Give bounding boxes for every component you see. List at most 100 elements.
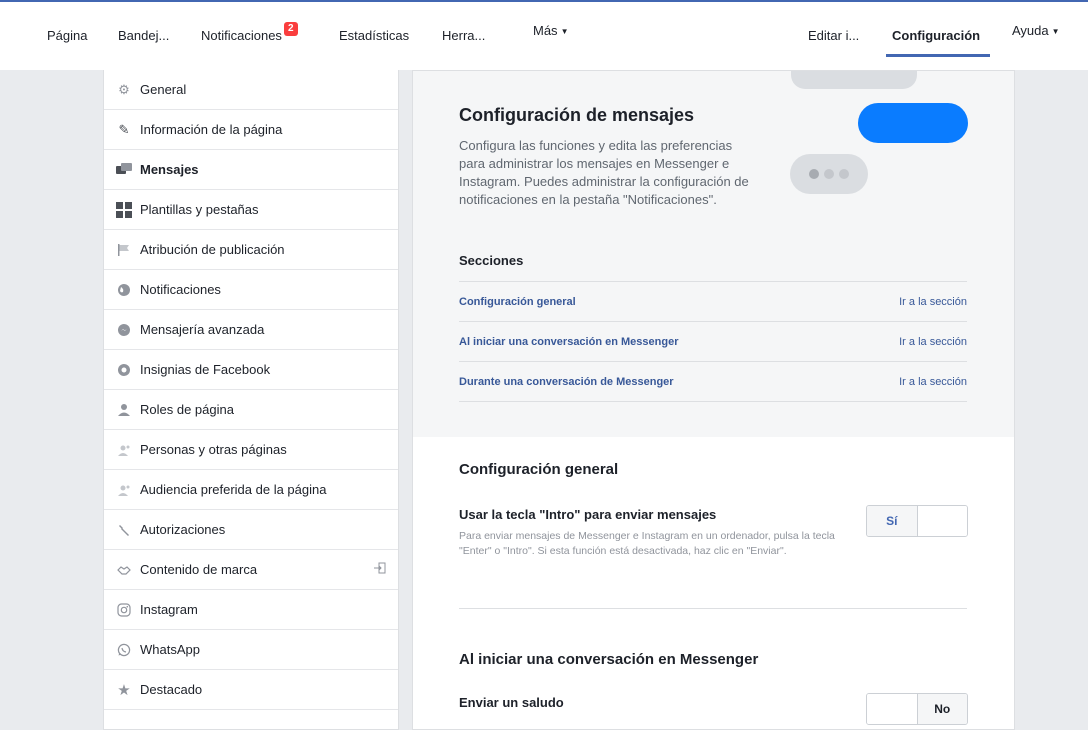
section-link[interactable]: Durante una conversación de Messenger bbox=[459, 376, 674, 388]
globe-icon bbox=[116, 282, 132, 298]
toggle-yes-option[interactable]: Sí bbox=[867, 506, 918, 536]
sidebar-item-audiencia[interactable]: Audiencia preferida de la página bbox=[104, 470, 398, 510]
typing-dot bbox=[809, 169, 819, 179]
sidebar-item-contenido-marca[interactable]: Contenido de marca bbox=[104, 550, 398, 590]
gear-icon: ⚙ bbox=[118, 81, 130, 97]
sidebar-item-mensajeria-avanzada[interactable]: Mensajería avanzada bbox=[104, 310, 398, 350]
nav-item-editar[interactable]: Editar i... bbox=[808, 24, 859, 48]
caret-down-icon: ▼ bbox=[1051, 26, 1060, 36]
sidebar-item-informacion[interactable]: ✎ Información de la página bbox=[104, 110, 398, 150]
nav-item-pagina[interactable]: Página bbox=[47, 24, 87, 48]
go-to-section-link[interactable]: Ir a la sección bbox=[899, 376, 967, 388]
section-row: Al iniciar una conversación en Messenger… bbox=[459, 322, 967, 362]
typing-dot bbox=[839, 169, 849, 179]
sidebar-item-label: Notificaciones bbox=[140, 282, 221, 297]
external-link-icon[interactable] bbox=[374, 562, 386, 577]
sidebar-item-label: WhatsApp bbox=[140, 642, 200, 657]
nav-item-mas[interactable]: Más ▼ bbox=[533, 19, 568, 44]
sidebar-item-label: Atribución de publicación bbox=[140, 242, 285, 257]
sidebar-item-insignias[interactable]: Insignias de Facebook bbox=[104, 350, 398, 390]
sidebar-item-label: Personas y otras páginas bbox=[140, 442, 287, 457]
sidebar-item-roles[interactable]: Roles de página bbox=[104, 390, 398, 430]
go-to-section-link[interactable]: Ir a la sección bbox=[899, 336, 967, 348]
section-divider bbox=[459, 608, 967, 609]
chat-icon bbox=[116, 162, 132, 178]
whatsapp-icon bbox=[116, 642, 132, 658]
messenger-start-heading: Al iniciar una conversación en Messenger bbox=[459, 651, 759, 668]
sidebar-item-label: General bbox=[140, 82, 187, 97]
nav-item-ayuda[interactable]: Ayuda ▼ bbox=[1012, 19, 1060, 44]
sidebar-item-label: Autorizaciones bbox=[140, 522, 226, 537]
nav-item-configuracion[interactable]: Configuración bbox=[892, 24, 980, 48]
page-description: Configura las funciones y edita las pref… bbox=[459, 138, 749, 207]
sidebar-item-label: Mensajería avanzada bbox=[140, 322, 265, 337]
section-row: Configuración general Ir a la sección bbox=[459, 282, 967, 322]
flag-icon bbox=[116, 242, 132, 258]
sidebar-item-label: Instagram bbox=[140, 602, 198, 617]
sidebar-item-label: Insignias de Facebook bbox=[140, 362, 271, 377]
sidebar-item-plantillas[interactable]: Plantillas y pestañas bbox=[104, 190, 398, 230]
toggle-no-option[interactable] bbox=[917, 506, 967, 536]
enter-to-send-title: Usar la tecla "Intro" para enviar mensaj… bbox=[459, 507, 717, 522]
wrench-icon bbox=[116, 522, 132, 538]
messenger-icon bbox=[116, 322, 132, 338]
sidebar-item-atribucion[interactable]: Atribución de publicación bbox=[104, 230, 398, 270]
nav-label: Ayuda bbox=[1012, 23, 1049, 38]
section-link[interactable]: Configuración general bbox=[459, 296, 576, 308]
sidebar-item-mensajes[interactable]: Mensajes bbox=[104, 150, 398, 190]
chat-bubble-illustration bbox=[791, 71, 917, 89]
nav-item-herramientas[interactable]: Herra... bbox=[442, 24, 485, 48]
sidebar-item-personas[interactable]: Personas y otras páginas bbox=[104, 430, 398, 470]
sections-heading: Secciones bbox=[459, 253, 524, 268]
handshake-icon bbox=[116, 562, 132, 578]
enter-to-send-toggle[interactable]: Sí bbox=[866, 505, 968, 537]
chat-bubble-illustration bbox=[858, 103, 968, 143]
people-icon bbox=[116, 442, 132, 458]
nav-label: Bandej... bbox=[118, 28, 170, 43]
section-link[interactable]: Al iniciar una conversación en Messenger bbox=[459, 336, 678, 348]
nav-item-estadisticas[interactable]: Estadísticas bbox=[339, 24, 409, 48]
sidebar-item-label: Audiencia preferida de la página bbox=[140, 482, 327, 497]
nav-item-bandeja[interactable]: Bandej... bbox=[118, 24, 169, 48]
nav-item-notificaciones[interactable]: Notificaciones 2 bbox=[201, 22, 298, 48]
nav-label: Estadísticas bbox=[339, 28, 410, 43]
general-settings-heading: Configuración general bbox=[459, 461, 619, 478]
section-row: Durante una conversación de Messenger Ir… bbox=[459, 362, 967, 402]
sidebar-item-autorizaciones[interactable]: Autorizaciones bbox=[104, 510, 398, 550]
sidebar-item-label: Contenido de marca bbox=[140, 562, 258, 577]
send-greeting-toggle[interactable]: No bbox=[866, 693, 968, 725]
typing-dot bbox=[824, 169, 834, 179]
sidebar-item-destacado[interactable]: ★ Destacado bbox=[104, 670, 398, 710]
settings-sidebar: ⚙ General ✎ Información de la página Men… bbox=[103, 70, 399, 730]
active-tab-indicator bbox=[886, 54, 990, 57]
sidebar-item-label: Plantillas y pestañas bbox=[140, 202, 259, 217]
nav-label: Configuración bbox=[892, 28, 981, 43]
sidebar-item-whatsapp[interactable]: WhatsApp bbox=[104, 630, 398, 670]
badge-icon bbox=[116, 362, 132, 378]
sections-list: Configuración general Ir a la sección Al… bbox=[459, 281, 967, 402]
enter-to-send-description: Para enviar mensajes de Messenger e Inst… bbox=[459, 530, 835, 557]
person-icon bbox=[116, 402, 132, 418]
nav-label: Más bbox=[533, 23, 558, 38]
messaging-settings-header: Configuración de mensajes Configura las … bbox=[413, 71, 1014, 437]
nav-label: Página bbox=[47, 28, 88, 43]
sidebar-item-label: Roles de página bbox=[140, 402, 234, 417]
sidebar-item-label: Información de la página bbox=[140, 122, 283, 137]
top-navigation: Página Bandej... Notificaciones 2 Estadís… bbox=[0, 0, 1088, 70]
notification-count-badge: 2 bbox=[283, 22, 298, 36]
star-icon: ★ bbox=[117, 681, 131, 699]
send-greeting-title: Enviar un saludo bbox=[459, 695, 564, 710]
sidebar-item-notificaciones[interactable]: Notificaciones bbox=[104, 270, 398, 310]
people-icon bbox=[116, 482, 132, 498]
caret-down-icon: ▼ bbox=[560, 26, 569, 36]
sidebar-item-general[interactable]: ⚙ General bbox=[104, 70, 398, 110]
nav-label: Editar i... bbox=[808, 28, 860, 43]
page-title: Configuración de mensajes bbox=[459, 105, 695, 125]
pencil-icon: ✎ bbox=[118, 121, 130, 137]
sidebar-item-label: Destacado bbox=[140, 682, 203, 697]
go-to-section-link[interactable]: Ir a la sección bbox=[899, 296, 967, 308]
grid-icon bbox=[116, 201, 132, 218]
messaging-settings-panel: Configuración de mensajes Configura las … bbox=[412, 70, 1015, 730]
nav-label: Herra... bbox=[442, 28, 486, 43]
sidebar-item-instagram[interactable]: Instagram bbox=[104, 590, 398, 630]
